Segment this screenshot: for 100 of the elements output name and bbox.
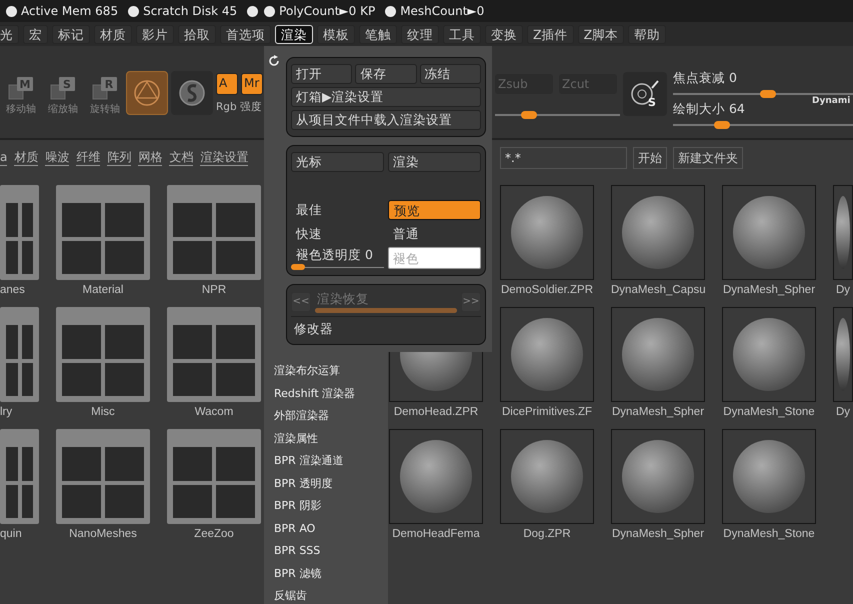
- category-tab[interactable]: 纤维: [76, 150, 100, 166]
- menu-item[interactable]: 工具: [443, 24, 481, 44]
- fade-color-field[interactable]: 褪色: [388, 247, 481, 269]
- brush-slider[interactable]: 焦点衰减 0: [673, 70, 853, 95]
- menu-button[interactable]: 从项目文件中载入渲染设置: [291, 110, 481, 130]
- brush-button[interactable]: S: [623, 72, 667, 116]
- axis-tool-button[interactable]: M 移动轴: [0, 76, 42, 116]
- category-tab[interactable]: 阵列: [107, 150, 132, 166]
- start-button[interactable]: 开始: [633, 147, 667, 169]
- model-thumbnail[interactable]: [833, 307, 853, 402]
- model-thumbnail[interactable]: [500, 429, 594, 524]
- menu-item[interactable]: 拾取: [178, 24, 216, 44]
- quality-option[interactable]: 快速: [291, 224, 384, 244]
- menu-item[interactable]: BPR 阴影: [274, 495, 388, 518]
- folder-label: NanoMeshes: [68, 527, 138, 541]
- menu-item[interactable]: 光: [0, 24, 19, 44]
- menu-item[interactable]: 标记: [52, 24, 90, 44]
- model-thumbnail[interactable]: [611, 185, 705, 280]
- menu-item[interactable]: 纹理: [401, 24, 439, 44]
- sphere-icon: [178, 79, 206, 107]
- new-folder-button[interactable]: 新建文件夹: [673, 147, 743, 169]
- folder-label: quin: [0, 527, 23, 541]
- category-tab[interactable]: 材质: [14, 150, 38, 166]
- menu-item[interactable]: 材质: [94, 24, 132, 44]
- folder-thumbnail[interactable]: [0, 429, 39, 524]
- file-label: DynaMesh_Spher: [611, 405, 705, 419]
- model-thumbnail[interactable]: [722, 307, 816, 402]
- menu-item[interactable]: 变换: [485, 24, 523, 44]
- quality-option[interactable]: 预览: [388, 200, 481, 220]
- menu-item[interactable]: Redshift 渲染器: [274, 382, 388, 405]
- status-dot-icon: [385, 6, 396, 16]
- menu-item[interactable]: 渲染: [275, 24, 313, 44]
- folder-label: Wacom: [194, 405, 234, 419]
- model-thumbnail[interactable]: [500, 307, 594, 402]
- channel-button[interactable]: A: [216, 73, 238, 95]
- menu-item[interactable]: BPR SSS: [274, 540, 388, 562]
- model-thumbnail[interactable]: [500, 185, 594, 280]
- menu-button[interactable]: 光标: [291, 152, 384, 172]
- folder-thumbnail[interactable]: [167, 185, 261, 280]
- menu-item[interactable]: 外部渲染器: [274, 405, 388, 428]
- file-label: DemoSoldier.ZPR: [500, 283, 594, 297]
- render-restore-slider[interactable]: [315, 308, 457, 313]
- folder-thumbnail[interactable]: [0, 185, 39, 280]
- refresh-icon[interactable]: [268, 55, 280, 67]
- category-tab[interactable]: 文档: [169, 150, 194, 166]
- folder-thumbnail[interactable]: [167, 307, 261, 402]
- model-thumbnail[interactable]: [722, 429, 816, 524]
- model-thumbnail[interactable]: [389, 429, 483, 524]
- menu-item[interactable]: BPR 透明度: [274, 472, 388, 495]
- menu-button[interactable]: 灯箱▶渲染设置: [291, 87, 481, 107]
- model-thumbnail[interactable]: [611, 307, 705, 402]
- menu-item[interactable]: 笔触: [359, 24, 397, 44]
- edit-mode-button[interactable]: [126, 71, 168, 115]
- menu-item[interactable]: 影片: [136, 24, 174, 44]
- search-field[interactable]: *.*: [500, 147, 627, 169]
- menu-item[interactable]: 渲染属性: [274, 428, 388, 450]
- category-tab[interactable]: 噪波: [45, 150, 70, 166]
- dynamic-label: Dynami: [812, 96, 850, 106]
- menu-item[interactable]: 帮助: [628, 24, 666, 44]
- axis-tool-button[interactable]: S 缩放轴: [42, 76, 84, 116]
- menu-button[interactable]: 冻结: [420, 64, 481, 84]
- render-restore-label: 渲染恢复: [316, 291, 370, 308]
- status-text: PolyCount►0 KP: [279, 4, 376, 18]
- file-label: DemoHeadFema: [391, 527, 481, 541]
- menu-button[interactable]: 保存: [355, 64, 417, 84]
- file-label: DynaMesh_Spher: [722, 283, 816, 297]
- quality-option[interactable]: 最佳: [291, 200, 384, 220]
- menu-item[interactable]: Z插件: [527, 24, 574, 44]
- menu-item[interactable]: 反锯齿: [274, 585, 388, 604]
- menu-item[interactable]: 模板: [317, 24, 355, 44]
- status-dot-icon: [247, 6, 258, 16]
- menu-item[interactable]: 渲染布尔运算: [274, 360, 388, 382]
- axis-tool-button[interactable]: R 旋转轴: [84, 76, 126, 116]
- modifier-menu-item[interactable]: 修改器: [291, 316, 481, 338]
- menu-item[interactable]: BPR 滤镜: [274, 562, 388, 585]
- model-thumbnail[interactable]: [722, 185, 816, 280]
- model-thumbnail[interactable]: [611, 429, 705, 524]
- category-tab[interactable]: 渲染设置: [200, 150, 248, 166]
- file-label: Dy: [834, 405, 852, 419]
- channel-button[interactable]: Mr: [241, 73, 263, 95]
- category-tab[interactable]: a: [0, 150, 8, 166]
- draw-mode-button[interactable]: [171, 71, 213, 115]
- menu-item[interactable]: Z脚本: [578, 24, 624, 44]
- folder-thumbnail[interactable]: [56, 307, 150, 402]
- menu-item[interactable]: BPR 渲染通道: [274, 450, 388, 472]
- category-tab[interactable]: 网格: [138, 150, 162, 166]
- file-label: DynaMesh_Stone: [722, 527, 816, 541]
- file-label: DemoHead.ZPR: [392, 405, 480, 419]
- folder-thumbnail[interactable]: [56, 429, 150, 524]
- menu-item[interactable]: 首选项: [220, 24, 271, 44]
- folder-thumbnail[interactable]: [56, 185, 150, 280]
- menu-button[interactable]: 打开: [291, 64, 352, 84]
- menu-item[interactable]: BPR AO: [274, 518, 388, 540]
- quality-option[interactable]: 普通: [388, 224, 481, 244]
- menu-item[interactable]: 宏: [23, 24, 48, 44]
- folder-thumbnail[interactable]: [0, 307, 39, 402]
- model-thumbnail[interactable]: [833, 185, 853, 280]
- menu-button[interactable]: 渲染: [388, 152, 481, 172]
- folder-thumbnail[interactable]: [167, 429, 261, 524]
- file-label: DicePrimitives.ZF: [500, 405, 594, 419]
